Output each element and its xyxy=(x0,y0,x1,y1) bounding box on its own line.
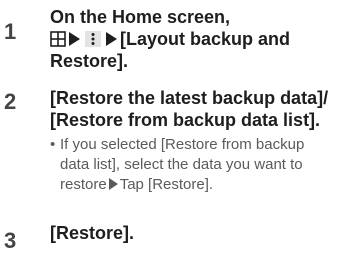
step-2-note-line-2: data list], select the data you want to xyxy=(60,156,303,173)
right-triangle-arrow-icon xyxy=(69,32,80,46)
bullet: • xyxy=(50,136,56,153)
step-3-line-1: [Restore]. xyxy=(50,223,135,243)
step-2-note-line-3-text: restore xyxy=(60,176,107,193)
step-number: 1 xyxy=(4,19,17,44)
step-2-note-line-3-tail: Tap [Restore]. xyxy=(119,176,214,193)
step-2-note: • If you selected [Restore from backup d… xyxy=(50,135,360,195)
step-number: 3 xyxy=(4,228,17,253)
step-1-line-2-text: [Layout backup and xyxy=(120,29,291,49)
step-1-line-2: [Layout backup and xyxy=(50,28,360,50)
more-vertical-dots-icon xyxy=(85,31,101,47)
step-2-body: [Restore the latest backup data]/ [Resto… xyxy=(50,87,360,195)
right-triangle-arrow-icon xyxy=(106,32,117,46)
step-1-body: On the Home screen, [Layout backup and R… xyxy=(50,6,360,72)
step-2-line-2: [Restore from backup data list]. xyxy=(50,110,321,130)
step-number: 2 xyxy=(4,89,17,114)
right-triangle-arrow-icon xyxy=(108,178,118,190)
apps-grid-icon xyxy=(50,31,66,47)
step-2-note-line-1: If you selected [Restore from backup xyxy=(60,136,305,153)
step-1-line-1: On the Home screen, xyxy=(50,7,231,27)
step-2-note-line-3: restore Tap [Restore]. xyxy=(60,175,360,195)
step-3-body: [Restore]. xyxy=(50,222,360,244)
step-1-line-3: Restore]. xyxy=(50,51,129,71)
step-2-line-1: [Restore the latest backup data]/ xyxy=(50,88,329,108)
